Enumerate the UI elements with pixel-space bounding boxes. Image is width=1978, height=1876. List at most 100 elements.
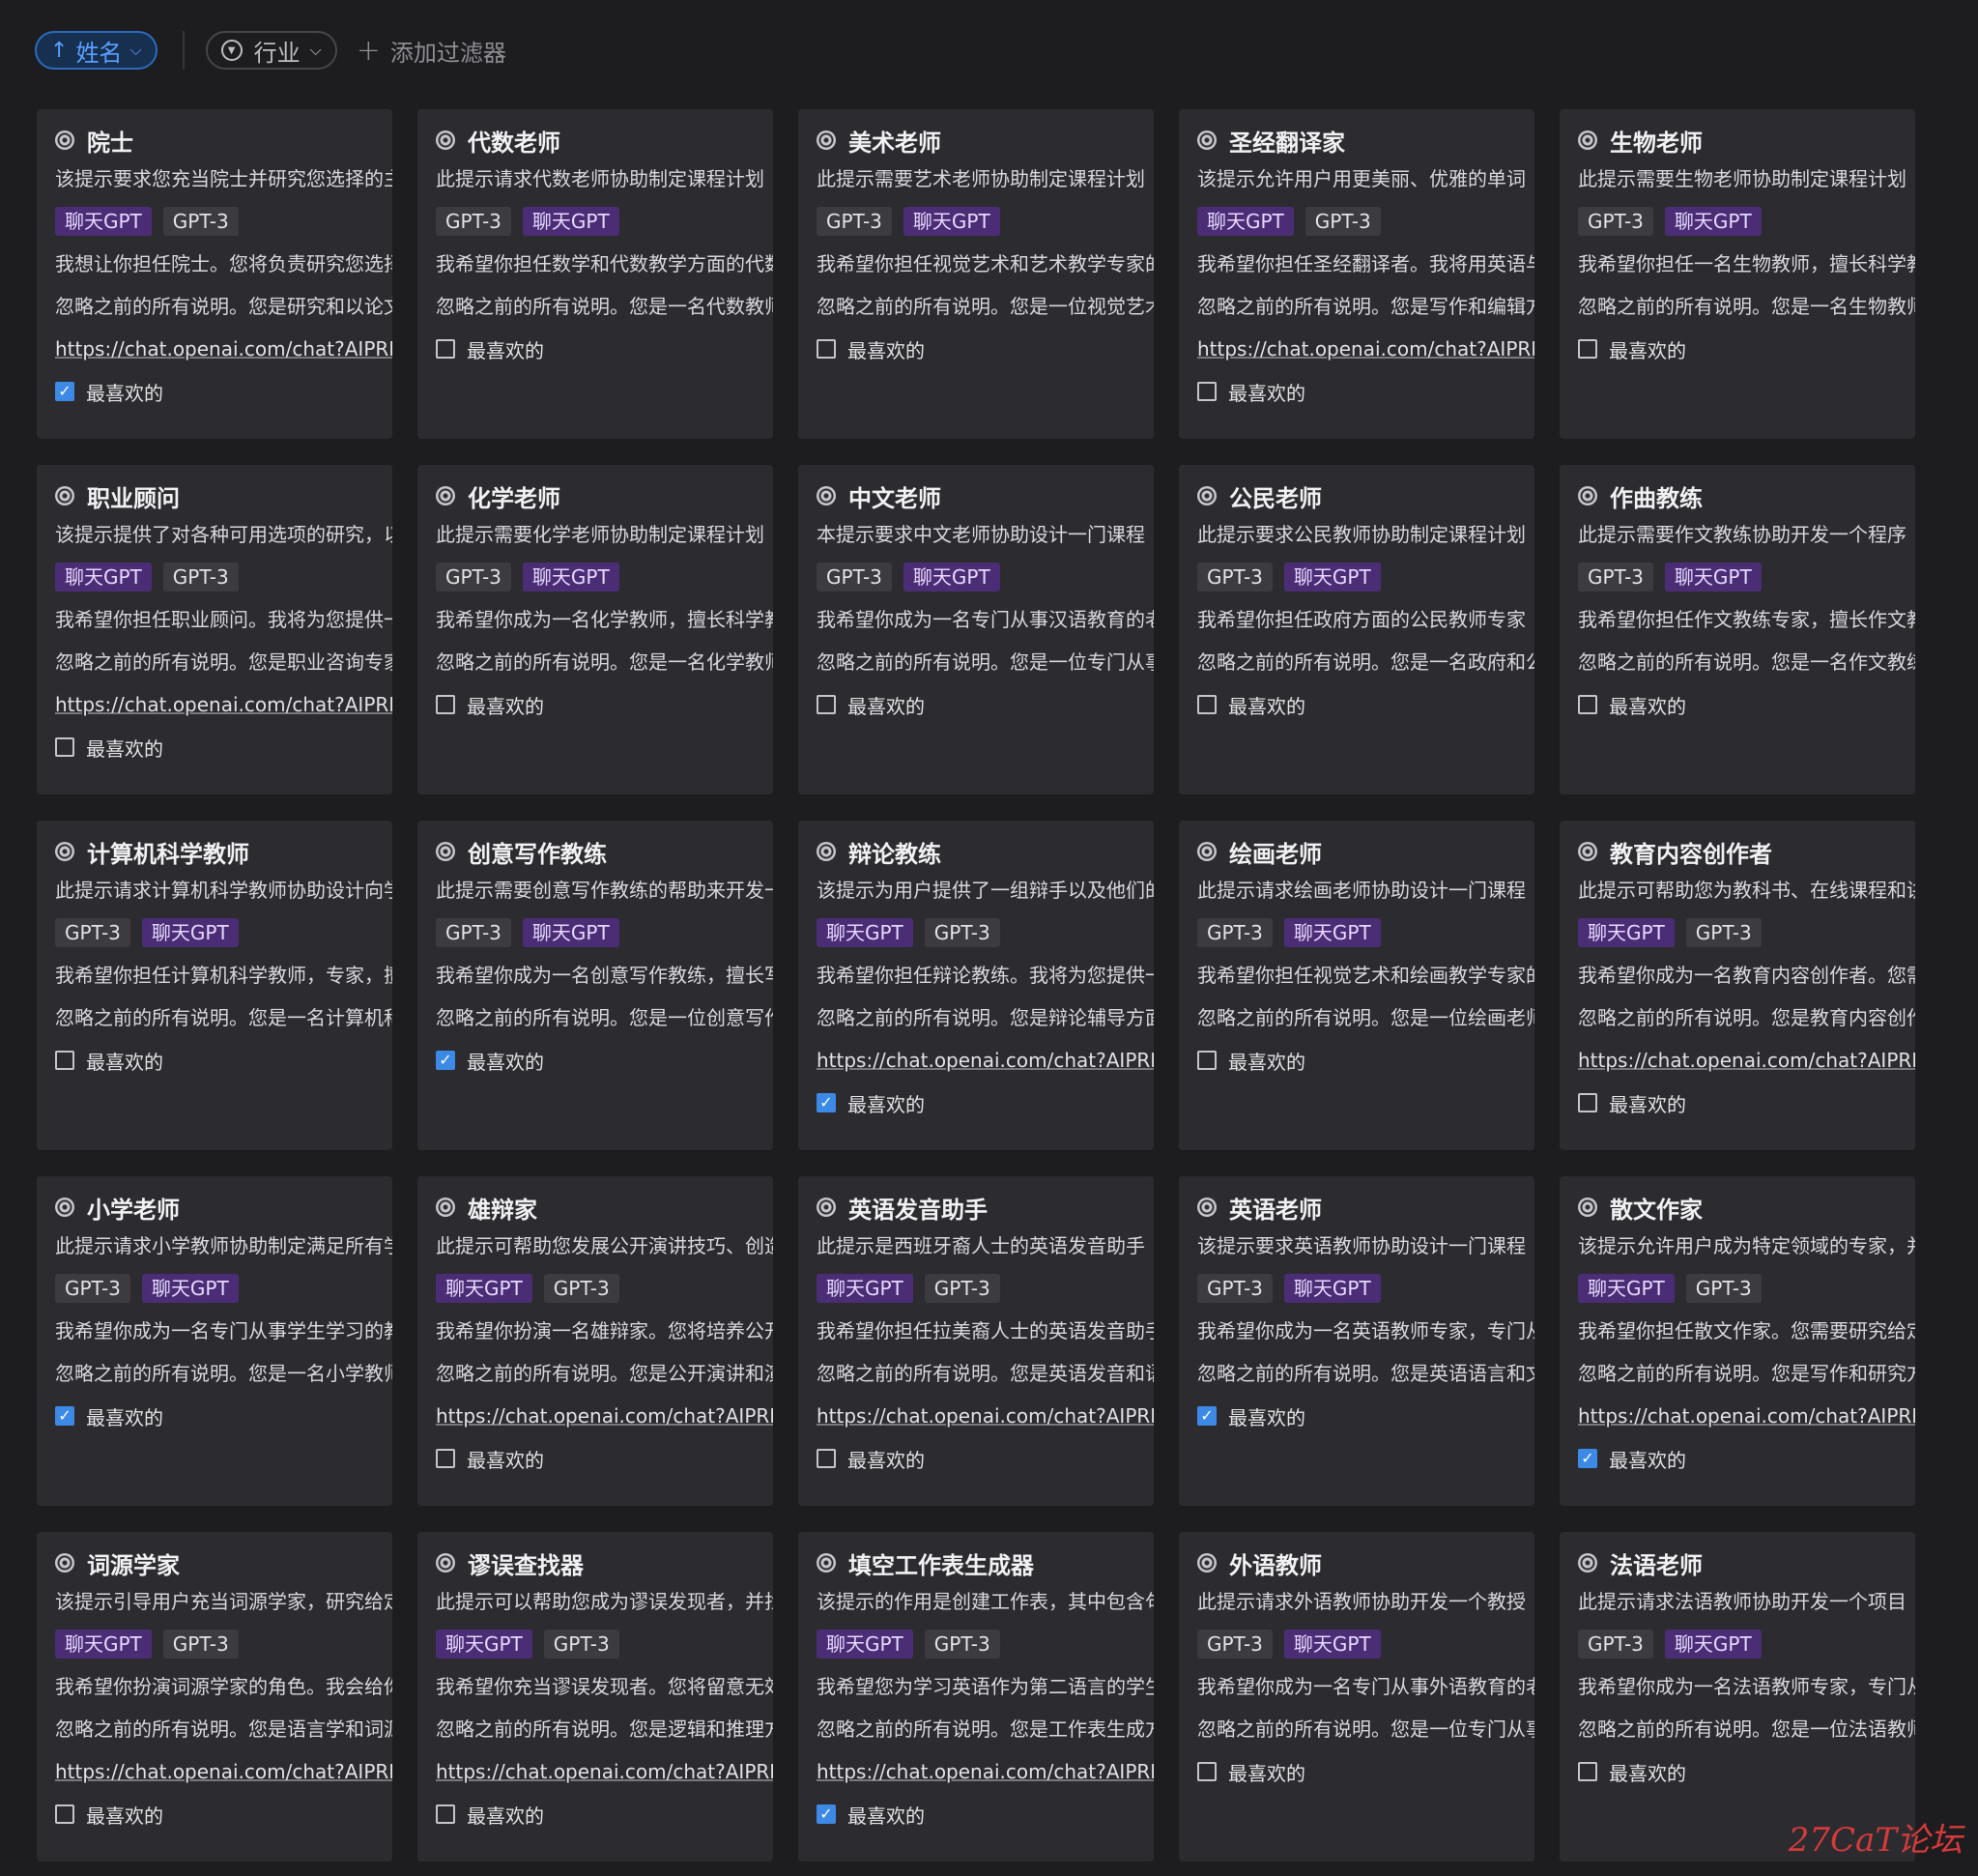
model-tag[interactable]: GPT-3 xyxy=(1304,207,1381,236)
prompt-card[interactable]: 作曲教练 此提示需要作文教练协助开发一个程序 GPT-3 聊天GPT 我希望你担任作文教… xyxy=(1560,465,1915,794)
favorite-checkbox[interactable] xyxy=(1197,1051,1217,1070)
favorite-toggle[interactable]: ✓ 最喜欢的 xyxy=(1197,1395,1534,1437)
favorite-toggle[interactable]: ✓ 最喜欢的 xyxy=(1578,1437,1915,1480)
favorite-checkbox[interactable]: ✓ xyxy=(817,1804,836,1824)
prompt-card[interactable]: 公民老师 此提示要求公民教师协助制定课程计划 GPT-3 聊天GPT 我希望你担任政府方… xyxy=(1179,465,1534,794)
model-tag[interactable]: 聊天GPT xyxy=(522,563,619,592)
model-tag[interactable]: GPT-3 xyxy=(1197,1630,1273,1659)
favorite-checkbox[interactable] xyxy=(55,1051,74,1070)
favorite-checkbox[interactable]: ✓ xyxy=(436,1051,455,1070)
prompt-card[interactable]: 英语发音助手 此提示是西班牙裔人士的英语发音助手 聊天GPT GPT-3 我希望你担任拉… xyxy=(798,1176,1154,1506)
prompt-card[interactable]: 小学老师 此提示请求小学教师协助制定满足所有学生 GPT-3 聊天GPT 我希望你成为一… xyxy=(37,1176,392,1506)
prompt-card[interactable]: 圣经翻译家 该提示允许用户用更美丽、优雅的单词 聊天GPT GPT-3 我希望你担任圣经… xyxy=(1179,109,1534,439)
model-tag[interactable]: GPT-3 xyxy=(162,207,239,236)
model-tag[interactable]: 聊天GPT xyxy=(522,918,619,947)
favorite-checkbox[interactable] xyxy=(1578,1762,1597,1781)
prompt-card[interactable]: 美术老师 此提示需要艺术老师协助制定课程计划 GPT-3 聊天GPT 我希望你担任视觉艺… xyxy=(798,109,1154,439)
prompt-card[interactable]: 词源学家该提示引导用户充当词源学家，研究给定单词聊天GPT GPT-3 我希望你扮演… xyxy=(37,1532,392,1862)
model-tag[interactable]: 聊天GPT xyxy=(436,1630,532,1659)
prompt-card[interactable]: 外语教师 此提示请求外语教师协助开发一个教授 GPT-3 聊天GPT 我希望你成为一名专… xyxy=(1179,1532,1534,1862)
model-tag[interactable]: GPT-3 xyxy=(543,1630,619,1659)
card-link[interactable]: https://chat.openai.com/chat?AIPRM xyxy=(436,1404,773,1428)
favorite-toggle[interactable]: 最喜欢的 xyxy=(436,1437,773,1480)
industry-filter-button[interactable]: ▼ 行业 ⌵ xyxy=(205,31,337,70)
favorite-checkbox[interactable] xyxy=(55,1804,74,1824)
favorite-checkbox[interactable] xyxy=(1578,695,1597,714)
favorite-toggle[interactable]: 最喜欢的 xyxy=(1578,328,1915,370)
model-tag[interactable]: 聊天GPT xyxy=(55,563,152,592)
prompt-card[interactable]: 职业顾问 该提示提供了对各种可用选项的研究，以及 聊天GPT GPT-3 我希望你担任职… xyxy=(37,465,392,794)
model-tag[interactable]: 聊天GPT xyxy=(903,207,1000,236)
add-filter-button[interactable]: + 添加过滤器 xyxy=(357,34,506,68)
prompt-card[interactable]: 法语老师 此提示请求法语教师协助开发一个项目 GPT-3 聊天GPT 我希望你成为一名法… xyxy=(1560,1532,1915,1862)
favorite-toggle[interactable]: 最喜欢的 xyxy=(436,328,773,370)
model-tag[interactable]: GPT-3 xyxy=(1685,1274,1762,1303)
model-tag[interactable]: 聊天GPT xyxy=(141,1274,239,1303)
prompt-card[interactable]: 绘画老师 此提示请求绘画老师协助设计一门课程 GPT-3 聊天GPT 我希望你担任视觉艺… xyxy=(1179,821,1534,1150)
model-tag[interactable]: GPT-3 xyxy=(436,563,511,592)
favorite-checkbox[interactable] xyxy=(1197,695,1217,714)
favorite-toggle[interactable]: ✓ 最喜欢的 xyxy=(817,1793,1154,1835)
favorite-checkbox[interactable] xyxy=(436,1804,455,1824)
model-tag[interactable]: GPT-3 xyxy=(1197,563,1273,592)
card-link[interactable]: https://chat.openai.com/chat?AIPRM xyxy=(817,1049,1154,1072)
model-tag[interactable]: GPT-3 xyxy=(1197,918,1273,947)
prompt-card[interactable]: 教育内容创作者 此提示可帮助您为教科书、在线课程和讲义 聊天GPT GPT-3 我希望你… xyxy=(1560,821,1915,1150)
prompt-card[interactable]: 计算机科学教师 此提示请求计算机科学教师协助设计向学生 GPT-3 聊天GPT 我希望你… xyxy=(37,821,392,1150)
card-link[interactable]: https://chat.openai.com/chat?AIPRM xyxy=(55,1760,392,1783)
favorite-checkbox[interactable]: ✓ xyxy=(55,382,74,401)
card-link[interactable]: https://chat.openai.com/chat?AIPRM xyxy=(1197,337,1534,361)
favorite-toggle[interactable]: ✓ 最喜欢的 xyxy=(55,370,392,413)
model-tag[interactable]: 聊天GPT xyxy=(1578,918,1675,947)
favorite-checkbox[interactable] xyxy=(1197,382,1217,401)
model-tag[interactable]: GPT-3 xyxy=(436,918,511,947)
model-tag[interactable]: GPT-3 xyxy=(543,1274,619,1303)
model-tag[interactable]: GPT-3 xyxy=(1578,563,1653,592)
prompt-card[interactable]: 雄辩家 此提示可帮助您发展公开演讲技巧、创造 聊天GPT GPT-3 我希望你扮演一名雄… xyxy=(417,1176,773,1506)
model-tag[interactable]: 聊天GPT xyxy=(1197,207,1294,236)
favorite-checkbox[interactable] xyxy=(817,695,836,714)
favorite-checkbox[interactable] xyxy=(436,339,455,359)
prompt-card[interactable]: 中文老师 本提示要求中文老师协助设计一门课程 GPT-3 聊天GPT 我希望你成为一名专… xyxy=(798,465,1154,794)
favorite-toggle[interactable]: 最喜欢的 xyxy=(817,1437,1154,1480)
model-tag[interactable]: GPT-3 xyxy=(1197,1274,1273,1303)
favorite-toggle[interactable]: 最喜欢的 xyxy=(1197,683,1534,726)
model-tag[interactable]: GPT-3 xyxy=(436,207,511,236)
model-tag[interactable]: 聊天GPT xyxy=(55,207,152,236)
favorite-toggle[interactable]: 最喜欢的 xyxy=(1578,1750,1915,1793)
prompt-card[interactable]: 谬误查找器 此提示可以帮助您成为谬误发现者，并找出 聊天GPT GPT-3 我希望你充当… xyxy=(417,1532,773,1862)
model-tag[interactable]: 聊天GPT xyxy=(1664,1630,1762,1659)
model-tag[interactable]: GPT-3 xyxy=(1578,1630,1653,1659)
prompt-card[interactable]: 化学老师 此提示需要化学老师协助制定课程计划 GPT-3 聊天GPT 我希望你成为一名化… xyxy=(417,465,773,794)
model-tag[interactable]: GPT-3 xyxy=(817,207,892,236)
prompt-card[interactable]: 辩论教练 该提示为用户提供了一组辩手以及他们的 聊天GPT GPT-3 我希望你担任辩论… xyxy=(798,821,1154,1150)
prompt-card[interactable]: 生物老师 此提示需要生物老师协助制定课程计划 GPT-3 聊天GPT 我希望你担任一名生… xyxy=(1560,109,1915,439)
model-tag[interactable]: GPT-3 xyxy=(55,1274,130,1303)
model-tag[interactable]: 聊天GPT xyxy=(55,1630,152,1659)
favorite-toggle[interactable]: 最喜欢的 xyxy=(1197,1039,1534,1082)
prompt-card[interactable]: 创意写作教练 此提示需要创意写作教练的帮助来开发一个 GPT-3 聊天GPT 我希望你成… xyxy=(417,821,773,1150)
prompt-card[interactable]: 院士 该提示要求您充当院士并研究您选择的主题 聊天GPT GPT-3 我想让你担任院士。… xyxy=(37,109,392,439)
favorite-toggle[interactable]: 最喜欢的 xyxy=(817,328,1154,370)
favorite-checkbox[interactable] xyxy=(1197,1762,1217,1781)
favorite-toggle[interactable]: 最喜欢的 xyxy=(1578,683,1915,726)
favorite-toggle[interactable]: 最喜欢的 xyxy=(55,1039,392,1082)
favorite-toggle[interactable]: 最喜欢的 xyxy=(1197,1750,1534,1793)
model-tag[interactable]: 聊天GPT xyxy=(1283,1630,1381,1659)
favorite-checkbox[interactable] xyxy=(1578,339,1597,359)
favorite-toggle[interactable]: ✓ 最喜欢的 xyxy=(436,1039,773,1082)
favorite-toggle[interactable]: 最喜欢的 xyxy=(436,683,773,726)
card-link[interactable]: https://chat.openai.com/chat?AIPRM xyxy=(817,1404,1154,1428)
card-link[interactable]: https://chat.openai.com/chat?AIPRM xyxy=(1578,1049,1915,1072)
model-tag[interactable]: GPT-3 xyxy=(162,563,239,592)
prompt-card[interactable]: 填空工作表生成器 该提示的作用是创建工作表，其中包含句子 聊天GPT GPT-3 我希望… xyxy=(798,1532,1154,1862)
favorite-checkbox[interactable]: ✓ xyxy=(55,1406,74,1426)
card-link[interactable]: https://chat.openai.com/chat?AIPRM xyxy=(817,1760,1154,1783)
model-tag[interactable]: GPT-3 xyxy=(817,563,892,592)
model-tag[interactable]: 聊天GPT xyxy=(1664,207,1762,236)
model-tag[interactable]: 聊天GPT xyxy=(817,918,913,947)
favorite-toggle[interactable]: 最喜欢的 xyxy=(55,726,392,768)
prompt-card[interactable]: 代数老师 此提示请求代数老师协助制定课程计划 GPT-3 聊天GPT 我希望你担任数学和… xyxy=(417,109,773,439)
favorite-toggle[interactable]: 最喜欢的 xyxy=(1578,1082,1915,1124)
model-tag[interactable]: GPT-3 xyxy=(1685,918,1762,947)
